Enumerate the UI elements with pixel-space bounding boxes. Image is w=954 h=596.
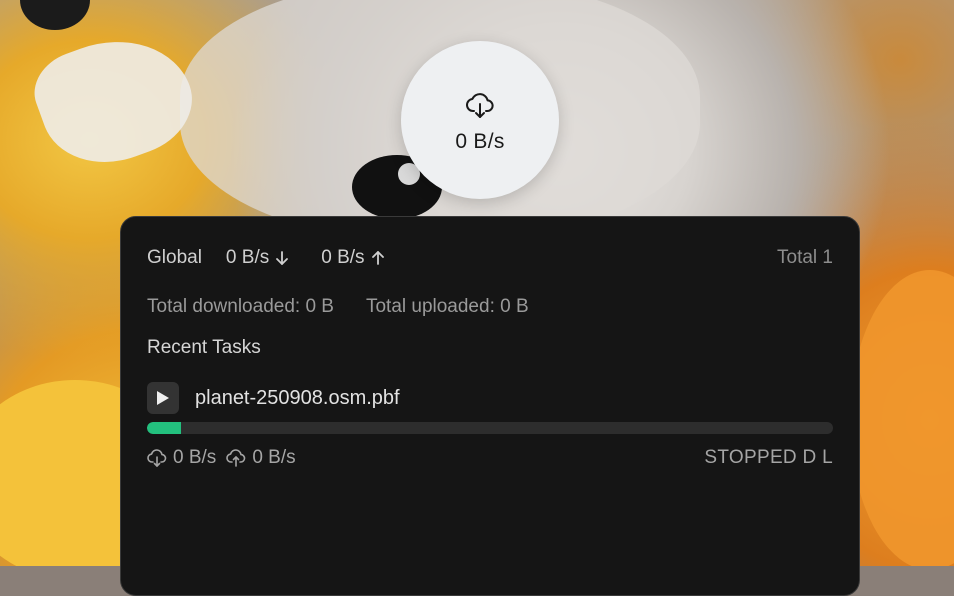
- play-icon: [157, 391, 169, 405]
- global-download-rate: 0 B/s: [226, 247, 289, 269]
- task-stats-row: 0 B/s 0 B/s STOPPED D L: [147, 447, 833, 469]
- global-upload-value: 0 B/s: [321, 247, 365, 268]
- global-upload-rate: 0 B/s: [321, 247, 384, 269]
- global-label: Global: [147, 247, 202, 268]
- bg-shape: [24, 17, 206, 183]
- task-progress-bar: [147, 422, 833, 434]
- speed-bubble[interactable]: 0 B/s: [401, 41, 559, 199]
- play-button[interactable]: [147, 382, 179, 414]
- cloud-download-icon: [147, 449, 167, 467]
- arrow-down-icon: [276, 251, 289, 265]
- recent-tasks-heading: Recent Tasks: [147, 337, 833, 359]
- task-upload-speed: 0 B/s: [226, 447, 296, 469]
- cloud-upload-icon: [226, 449, 246, 467]
- transfer-panel: Global 0 B/s 0 B/s Total 1 Total downloa…: [120, 216, 860, 596]
- task-download-value: 0 B/s: [173, 447, 217, 468]
- global-download-value: 0 B/s: [225, 247, 270, 268]
- recent-heading-label: Recent Tasks: [147, 337, 261, 358]
- totals-row: Total downloaded: 0 B Total uploaded: 0 …: [147, 296, 833, 318]
- bubble-speed: 0 B/s: [455, 130, 505, 153]
- arrow-up-icon: [371, 251, 384, 265]
- task-status: STOPPED D L: [704, 447, 833, 468]
- total-downloaded: Total downloaded: 0 B: [147, 296, 334, 317]
- task-upload-value: 0 B/s: [252, 447, 296, 468]
- cloud-download-icon: [466, 93, 494, 118]
- bg-shape: [20, 0, 90, 30]
- task-progress-fill: [147, 422, 182, 434]
- task-name[interactable]: planet-250908.osm.pbf: [195, 387, 400, 410]
- bg-shape: [850, 270, 954, 566]
- total-count: Total 1: [777, 247, 833, 268]
- total-uploaded: Total uploaded: 0 B: [365, 296, 529, 317]
- task-download-speed: 0 B/s: [147, 447, 216, 469]
- task-row[interactable]: planet-250908.osm.pbf: [147, 382, 833, 414]
- global-stats-row: Global 0 B/s 0 B/s Total 1: [147, 247, 833, 269]
